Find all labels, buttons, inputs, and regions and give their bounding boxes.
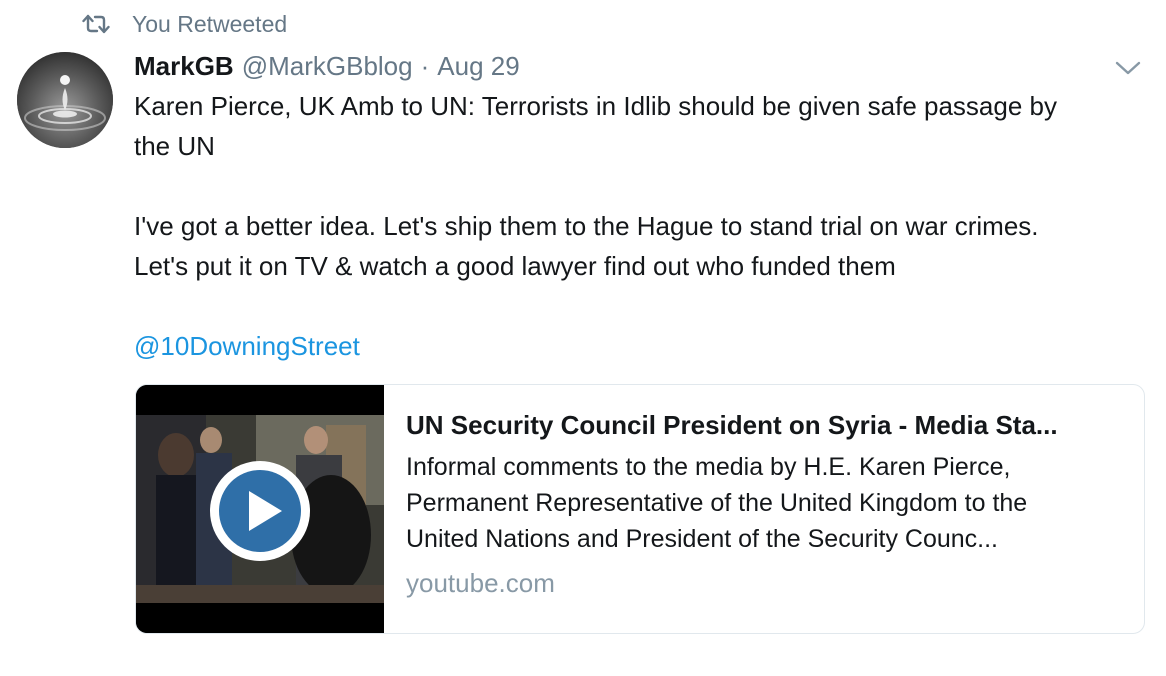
link-card[interactable]: UN Security Council President on Syria -… xyxy=(135,384,1145,634)
card-description-line: United Nations and President of the Secu… xyxy=(406,525,998,553)
retweet-context: You Retweeted xyxy=(82,8,287,40)
tweet-text-line: the UN xyxy=(134,131,215,161)
video-thumbnail[interactable] xyxy=(136,385,384,633)
card-description-line: Permanent Representative of the United K… xyxy=(406,489,1028,517)
tweet-menu-button[interactable] xyxy=(1112,54,1144,82)
play-icon xyxy=(206,457,314,565)
retweet-label: You Retweeted xyxy=(132,10,288,37)
tweet-text-line: I've got a better idea. Let's ship them … xyxy=(134,211,1039,241)
card-description: Informal comments to the media by H.E. K… xyxy=(406,449,1126,557)
retweet-icon xyxy=(82,13,110,35)
chevron-down-icon xyxy=(1112,54,1144,82)
author-name[interactable]: MarkGB xyxy=(134,51,234,82)
avatar[interactable] xyxy=(17,52,113,148)
tweet-header: MarkGB @MarkGBblog · Aug 29 xyxy=(134,46,520,86)
mention-link[interactable]: @10DowningStreet xyxy=(134,331,360,361)
timestamp[interactable]: Aug 29 xyxy=(437,51,519,82)
tweet-text-line: Karen Pierce, UK Amb to UN: Terrorists i… xyxy=(134,91,1057,121)
card-body: UN Security Council President on Syria -… xyxy=(406,405,1126,601)
card-description-line: Informal comments to the media by H.E. K… xyxy=(406,453,1011,481)
tweet[interactable]: You Retweeted MarkGB @MarkGBblog · Aug 2… xyxy=(0,0,1166,676)
author-username[interactable]: @MarkGBblog xyxy=(242,51,413,82)
card-domain: youtube.com xyxy=(406,568,555,598)
tweet-text: Karen Pierce, UK Amb to UN: Terrorists i… xyxy=(134,86,1144,366)
separator-dot: · xyxy=(420,50,430,81)
play-button[interactable] xyxy=(206,457,314,565)
tweet-text-line: Let's put it on TV & watch a good lawyer… xyxy=(134,251,896,281)
card-title[interactable]: UN Security Council President on Syria -… xyxy=(406,405,1126,445)
